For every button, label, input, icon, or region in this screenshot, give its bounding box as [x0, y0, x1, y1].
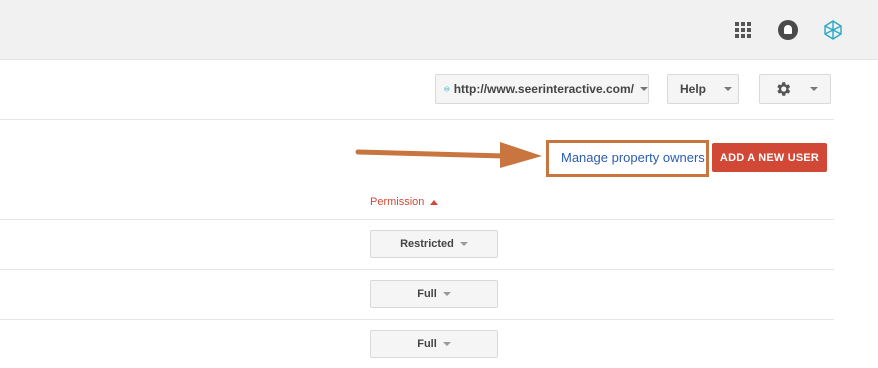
permission-value: Full [417, 338, 437, 350]
permission-dropdown[interactable]: Restricted [370, 230, 498, 258]
property-url: http://www.seerinteractive.com/ [453, 82, 634, 96]
row-divider [0, 269, 834, 270]
account-toolbar: http://www.seerinteractive.com/ Help [0, 61, 834, 120]
chevron-down-icon [442, 342, 451, 346]
permission-value: Restricted [400, 238, 454, 250]
help-button[interactable]: Help [667, 74, 739, 104]
permission-header-label: Permission [370, 196, 425, 208]
row-divider [0, 319, 834, 320]
gear-icon [777, 82, 791, 96]
top-bar [0, 0, 878, 60]
row-divider [0, 219, 834, 220]
permission-column-header[interactable]: Permission [370, 196, 439, 208]
avatar-icon[interactable] [822, 19, 844, 41]
manage-property-owners-link[interactable]: Manage property owners [561, 150, 705, 165]
bell-icon[interactable] [778, 20, 798, 40]
chevron-down-icon [724, 87, 733, 91]
add-new-user-button[interactable]: ADD A NEW USER [712, 143, 827, 172]
permission-dropdown[interactable]: Full [370, 280, 498, 308]
permission-dropdown[interactable]: Full [370, 330, 498, 358]
chevron-down-icon [459, 242, 468, 246]
settings-button[interactable] [759, 74, 831, 104]
permission-value: Full [417, 288, 437, 300]
chevron-down-icon [442, 292, 451, 296]
annotation-arrow [355, 142, 542, 168]
sort-ascending-icon [430, 199, 439, 205]
property-selector[interactable]: http://www.seerinteractive.com/ [435, 74, 649, 104]
site-favicon-icon [444, 86, 450, 92]
chevron-down-icon [810, 87, 818, 91]
apps-grid-icon[interactable] [735, 22, 751, 38]
help-label: Help [680, 82, 707, 96]
chevron-down-icon [640, 87, 648, 91]
